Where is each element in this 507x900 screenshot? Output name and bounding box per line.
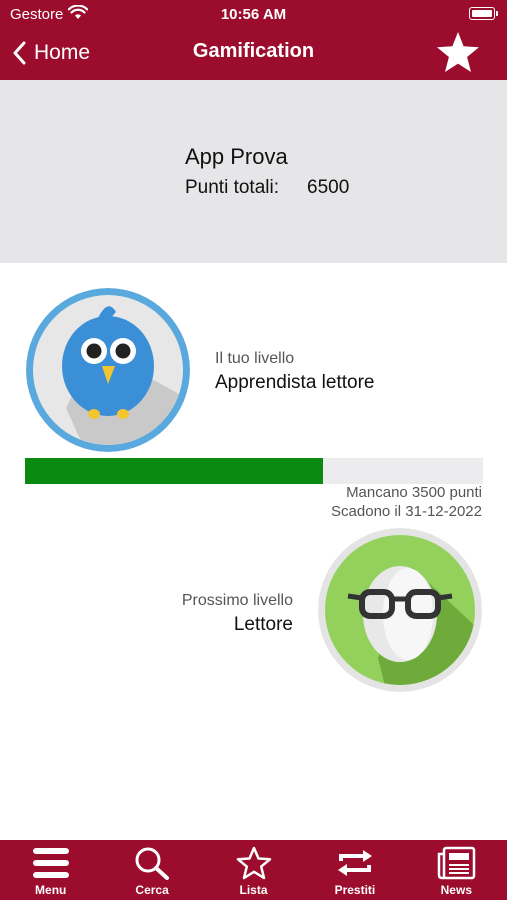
tab-list[interactable]: Lista — [203, 840, 304, 900]
level-progress-bar — [25, 458, 483, 484]
current-level-caption: Il tuo livello — [215, 350, 295, 367]
summary-panel: App Prova Punti totali: 6500 — [0, 80, 507, 263]
top-bar: Gestore 10:56 AM Home Gamification — [0, 0, 507, 80]
tab-search[interactable]: Cerca — [101, 840, 202, 900]
progress-fill — [25, 458, 323, 484]
expiry-text: Scadono il 31-12-2022 — [331, 503, 482, 520]
tab-label-news: News — [440, 883, 472, 897]
star-outline-icon — [236, 846, 271, 880]
navigation-bar: Home Gamification — [0, 30, 507, 76]
points-value: 6500 — [307, 177, 350, 198]
newspaper-icon — [438, 846, 476, 880]
tab-menu[interactable]: Menu — [0, 840, 101, 900]
tab-label-search: Cerca — [135, 883, 169, 897]
star-icon — [437, 32, 479, 72]
tab-news[interactable]: News — [406, 840, 507, 900]
menu-icon — [32, 848, 69, 878]
page-title: Gamification — [192, 40, 315, 62]
current-level-name: Apprendista lettore — [215, 372, 375, 393]
points-label: Punti totali: — [185, 177, 279, 198]
next-level-name: Lettore — [233, 614, 293, 635]
remaining-points-text: Mancano 3500 punti — [346, 484, 482, 501]
app-name: App Prova — [185, 144, 288, 169]
tab-label-list: Lista — [239, 883, 268, 897]
battery-icon — [469, 7, 498, 20]
next-level-avatar — [318, 528, 482, 692]
tab-label-loans: Prestiti — [334, 883, 376, 897]
tab-bar: Menu Cerca Lista Prestiti News — [0, 840, 507, 900]
search-icon — [135, 847, 170, 880]
loan-icon — [337, 850, 372, 876]
glasses-avatar-icon — [318, 528, 482, 692]
clock: 10:56 AM — [220, 6, 287, 23]
tab-label-menu: Menu — [35, 883, 67, 897]
current-level-avatar — [26, 288, 190, 452]
favorite-button[interactable] — [435, 30, 481, 76]
next-level-caption: Prossimo livello — [181, 592, 293, 609]
status-bar: Gestore 10:56 AM — [0, 0, 507, 28]
tab-loans[interactable]: Prestiti — [304, 840, 405, 900]
bird-avatar-icon — [26, 288, 190, 452]
